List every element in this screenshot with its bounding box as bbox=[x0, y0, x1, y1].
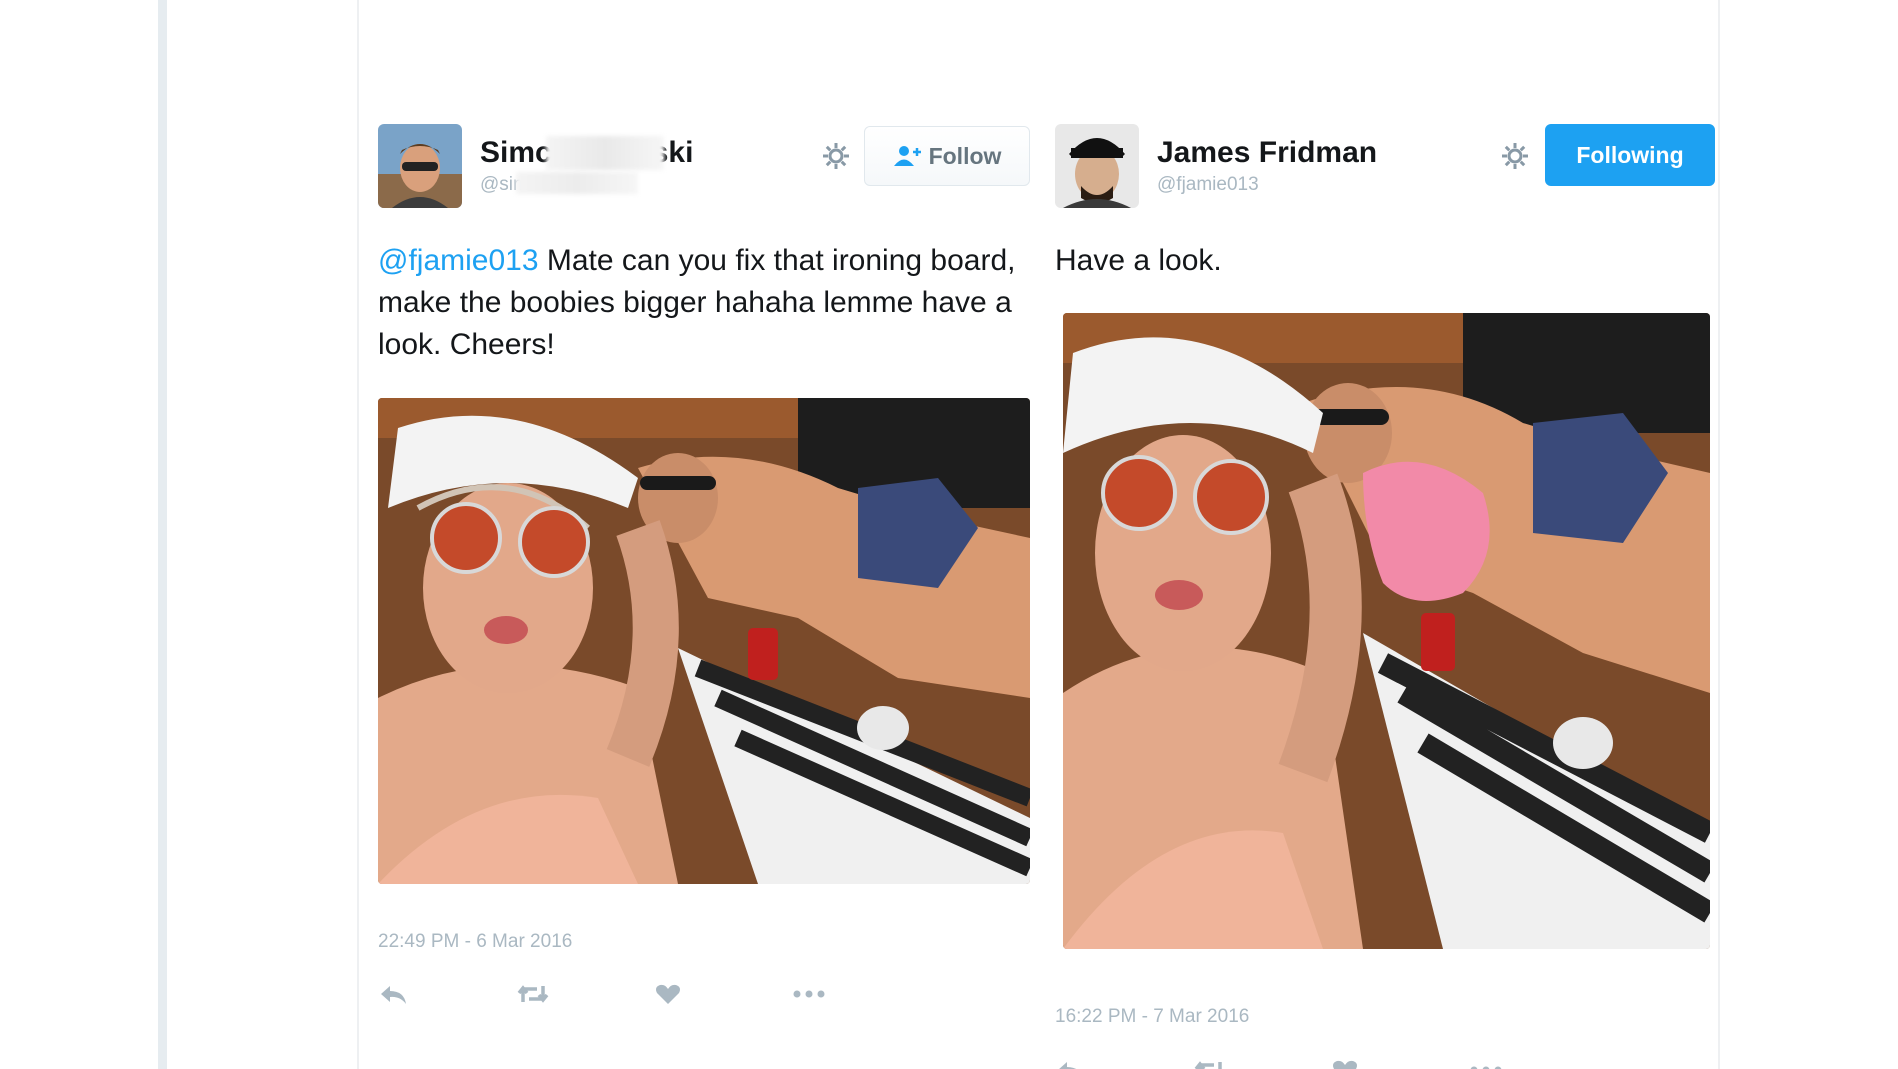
more-button[interactable] bbox=[792, 982, 930, 1012]
follow-button[interactable]: Follow bbox=[864, 126, 1030, 186]
add-user-icon bbox=[893, 146, 921, 166]
display-name[interactable]: James Fridman bbox=[1157, 136, 1377, 170]
left-rail bbox=[158, 0, 167, 1069]
following-button[interactable]: Following bbox=[1545, 124, 1715, 186]
avatar[interactable] bbox=[378, 124, 462, 208]
retweet-icon bbox=[1194, 1061, 1222, 1069]
timestamp[interactable]: 22:49 PM - 6 Mar 2016 bbox=[378, 931, 572, 953]
retweet-icon bbox=[517, 985, 549, 1003]
redacted-handle bbox=[516, 172, 638, 194]
reply-button[interactable] bbox=[1055, 1058, 1193, 1069]
gear-icon[interactable] bbox=[1499, 140, 1531, 172]
like-icon bbox=[1333, 1060, 1357, 1069]
like-icon bbox=[656, 984, 680, 1004]
tweet-photo[interactable] bbox=[378, 398, 1030, 884]
avatar[interactable] bbox=[1055, 124, 1139, 208]
mention-link[interactable]: @fjamie013 bbox=[378, 244, 539, 277]
follow-label: Follow bbox=[928, 142, 1002, 169]
tweet-text: @fjamie013 Mate can you fix that ironing… bbox=[378, 240, 1030, 366]
retweet-button[interactable] bbox=[1193, 1058, 1331, 1069]
gear-icon[interactable] bbox=[820, 140, 852, 172]
retweet-button[interactable] bbox=[516, 982, 654, 1012]
more-icon bbox=[1470, 1066, 1502, 1069]
tweet-text: Have a look. bbox=[1055, 244, 1222, 277]
tweet-actions bbox=[1055, 1058, 1607, 1069]
following-label: Following bbox=[1576, 141, 1684, 168]
like-button[interactable] bbox=[1331, 1058, 1469, 1069]
reply-icon bbox=[381, 986, 406, 1004]
handle[interactable]: @fjamie013 bbox=[1157, 174, 1259, 196]
more-button[interactable] bbox=[1469, 1058, 1607, 1069]
reply-icon bbox=[1059, 1062, 1077, 1069]
redacted-name bbox=[546, 136, 664, 170]
like-button[interactable] bbox=[654, 982, 792, 1012]
reply-button[interactable] bbox=[378, 982, 516, 1012]
page: Simc ski @sim Follow @fjamie013 Mate can … bbox=[0, 0, 1898, 1069]
more-icon bbox=[793, 990, 825, 998]
tweet-photo[interactable] bbox=[1063, 313, 1710, 949]
tweet-actions bbox=[378, 982, 930, 1012]
timestamp[interactable]: 16:22 PM - 7 Mar 2016 bbox=[1055, 1006, 1249, 1028]
